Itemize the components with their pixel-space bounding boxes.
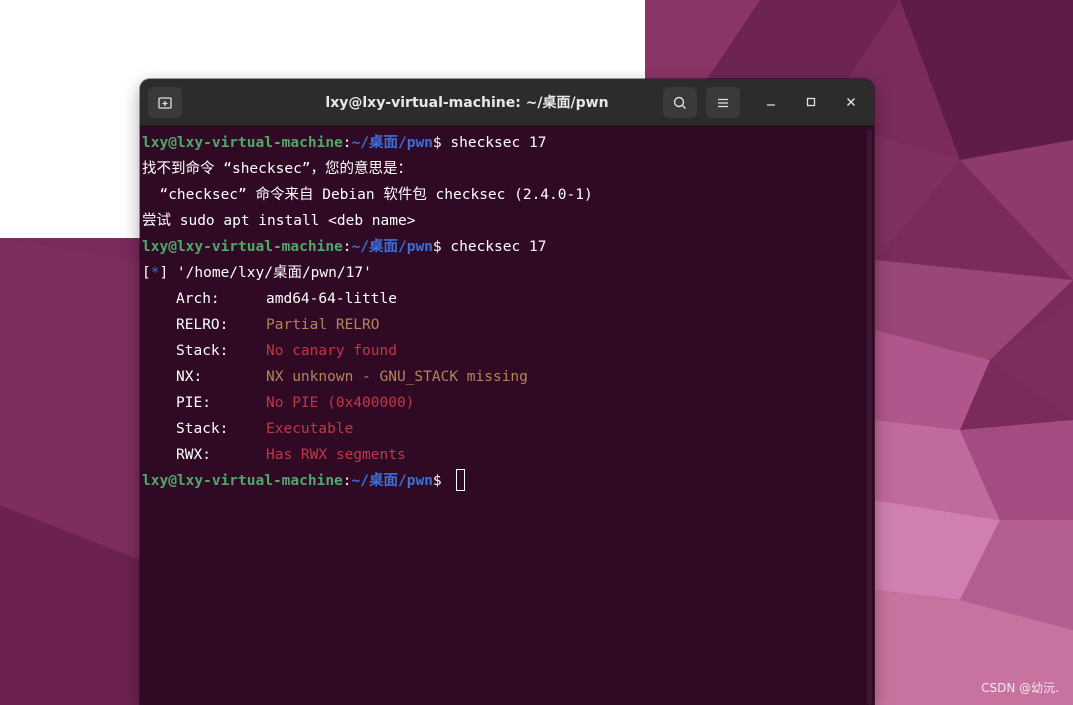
prompt-path: ~/桌面/pwn [351,135,433,151]
new-tab-button[interactable] [148,87,182,118]
menu-button[interactable] [706,87,740,118]
titlebar[interactable]: lxy@lxy-virtual-machine: ~/桌面/pwn [140,79,874,126]
prop-label: PIE: [176,395,211,411]
prompt-dollar: $ [432,239,451,255]
window-title: lxy@lxy-virtual-machine: ~/桌面/pwn [325,95,609,111]
prompt-path: ~/桌面/pwn [351,473,433,489]
prop-value: Has RWX segments [266,447,406,463]
prop-value: NX unknown - GNU_STACK missing [266,369,528,385]
minimize-icon [767,104,775,106]
prop-label: Stack: [176,343,229,359]
terminal-output[interactable]: lxy@lxy-virtual-machine:~/桌面/pwn$ shecks… [140,130,866,705]
prompt-dollar: $ [432,473,451,489]
prop-line-relro: RELRO: Partial RELRO [176,312,380,338]
prop-label: RELRO: [176,317,229,333]
close-button[interactable] [839,90,863,114]
maximize-icon [806,97,816,107]
search-icon [673,96,686,109]
scrollbar[interactable] [867,129,872,705]
watermark: CSDN @幼沅. [981,681,1059,695]
output-line: “checksec” 命令来自 Debian 软件包 checksec (2.4… [142,187,593,203]
prompt-user: lxy@lxy-virtual-machine [142,473,343,489]
prop-value: Partial RELRO [266,317,380,333]
command-text: checksec 17 [450,239,547,255]
command-line: lxy@lxy-virtual-machine:~/桌面/pwn$ shecks… [142,130,546,156]
command-line: lxy@lxy-virtual-machine:~/桌面/pwn$ checks… [142,234,546,260]
prop-value: No PIE (0x400000) [266,395,415,411]
search-button[interactable] [663,87,697,118]
command-text: shecksec 17 [450,135,547,151]
prompt-user: lxy@lxy-virtual-machine [142,135,343,151]
prop-line-rwx: RWX: Has RWX segments [176,442,406,468]
prop-line-stack: Stack: No canary found [176,338,397,364]
prop-value: No canary found [266,343,397,359]
output-line: 尝试 sudo apt install <deb name> [142,213,416,229]
prop-line-arch: Arch: amd64-64-little [176,286,397,312]
prop-label: Arch: [176,291,220,307]
prompt-path: ~/桌面/pwn [351,239,433,255]
prop-line-nx: NX: NX unknown - GNU_STACK missing [176,364,528,390]
text-cursor[interactable] [456,469,466,491]
prop-label: RWX: [176,447,211,463]
prop-label: NX: [176,369,203,385]
minimize-button[interactable] [759,90,783,114]
maximize-button[interactable] [799,90,823,114]
hamburger-menu-icon [718,98,728,107]
bracket: [ [142,265,151,281]
prop-value: Executable [266,421,354,437]
prompt-user: lxy@lxy-virtual-machine [142,239,343,255]
prop-line-stack-exec: Stack: Executable [176,416,353,442]
file-line: [*] '/home/lxy/桌面/pwn/17' [142,260,372,286]
prompt-line[interactable]: lxy@lxy-virtual-machine:~/桌面/pwn$ [142,468,466,494]
prompt-separator: : [342,239,352,255]
file-path: ] '/home/lxy/桌面/pwn/17' [159,265,372,281]
prop-value: amd64-64-little [266,291,397,307]
prompt-separator: : [342,135,352,151]
prompt-separator: : [342,473,352,489]
close-icon [847,98,855,106]
new-tab-icon [158,96,172,109]
output-line: 找不到命令 “shecksec”，您的意思是： [142,161,413,177]
terminal-window[interactable]: lxy@lxy-virtual-machine: ~/桌面/pwn lxy@lx… [140,79,874,705]
prop-label: Stack: [176,421,229,437]
prop-line-pie: PIE: No PIE (0x400000) [176,390,414,416]
prompt-dollar: $ [432,135,451,151]
